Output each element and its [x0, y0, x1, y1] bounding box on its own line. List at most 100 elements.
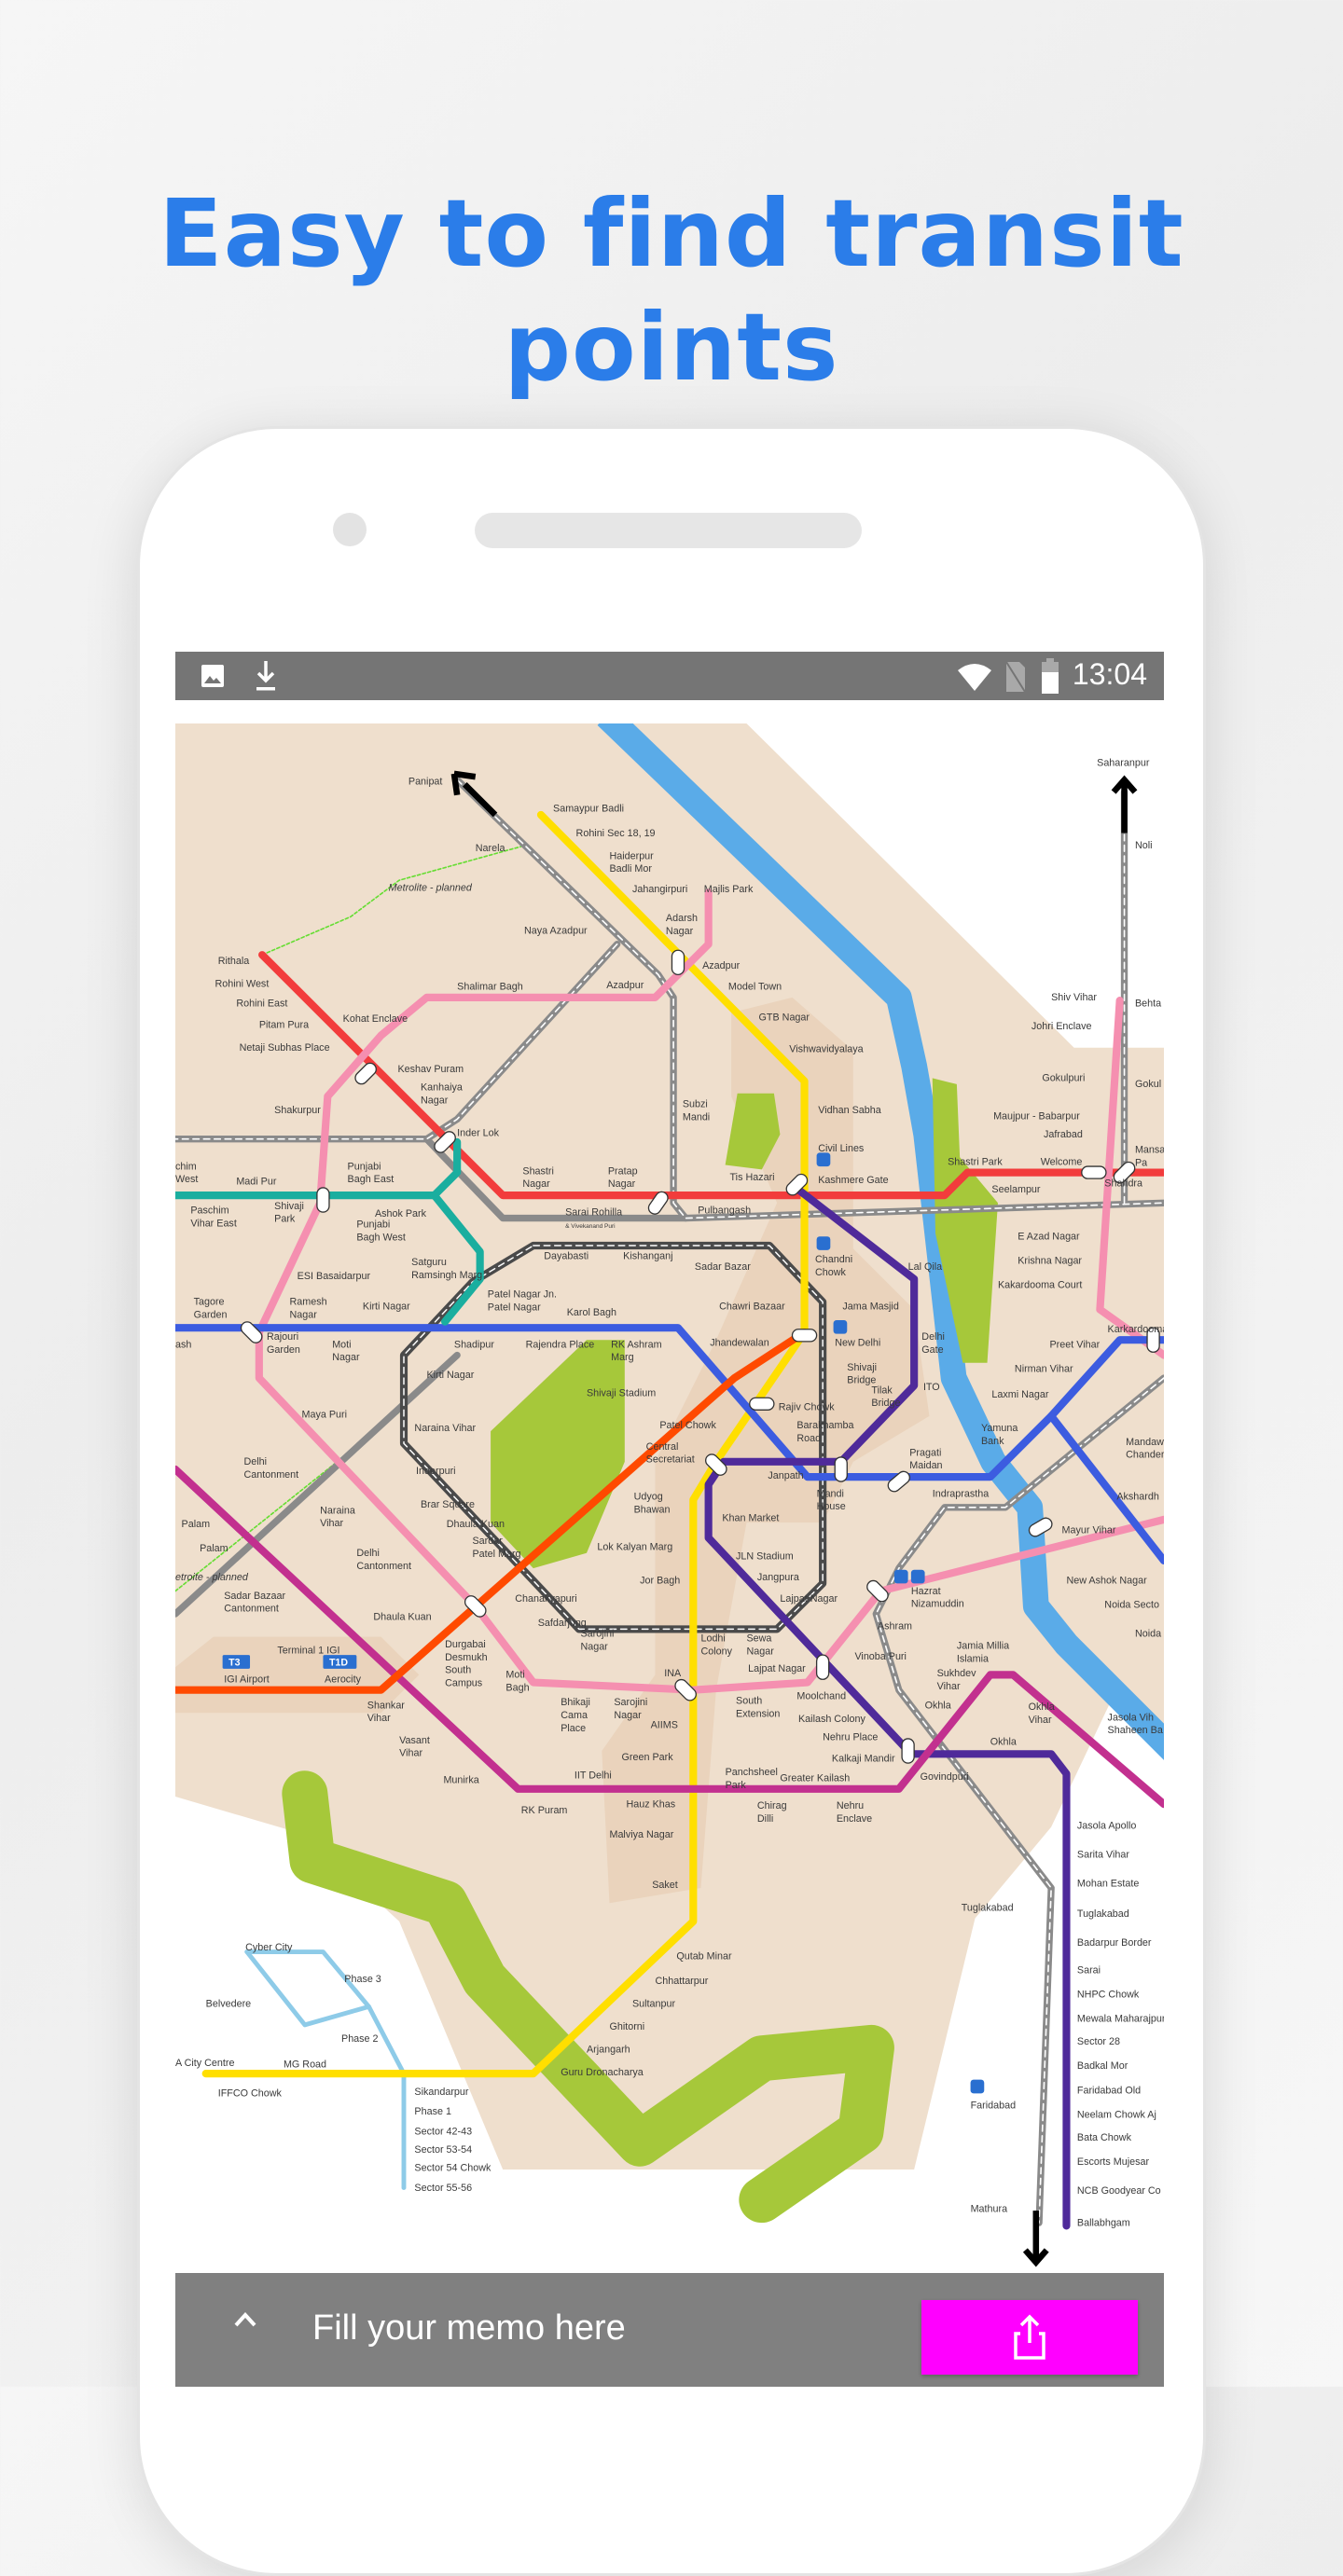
station-label[interactable]: Haiderpur Badli Mor: [609, 850, 654, 875]
station-label[interactable]: Sadar Bazar: [695, 1261, 751, 1273]
station-label[interactable]: Saharanpur: [1097, 758, 1150, 769]
station-label[interactable]: Rithala: [218, 956, 250, 967]
station-label[interactable]: Rohini Sec 18, 19: [576, 828, 656, 839]
station-label[interactable]: Noli: [1135, 840, 1153, 851]
station-label[interactable]: Faridabad: [971, 2101, 1016, 2112]
station-label[interactable]: Kirti Nagar: [363, 1302, 410, 1313]
station-label[interactable]: Johri Enclave: [1031, 1021, 1092, 1032]
station-label[interactable]: Shadipur: [454, 1339, 495, 1350]
station-label[interactable]: Karol Bagh: [567, 1307, 616, 1318]
station-label[interactable]: Noida Secto: [1104, 1600, 1159, 1611]
station-label[interactable]: Phase 3: [344, 1974, 381, 1985]
station-label[interactable]: Tuglakabad: [1077, 1908, 1129, 1920]
station-label[interactable]: Vidhan Sabha: [818, 1105, 880, 1116]
station-label[interactable]: Kashmere Gate: [818, 1175, 888, 1186]
station-label[interactable]: Azadpur: [606, 980, 644, 991]
station-label[interactable]: Jasola Apollo: [1077, 1820, 1136, 1831]
station-label[interactable]: Brar Square: [421, 1499, 475, 1510]
station-label[interactable]: Hauz Khas: [626, 1798, 675, 1810]
station-label[interactable]: Pitam Pura: [259, 1020, 309, 1031]
station-label[interactable]: Chanakyapuri: [515, 1593, 576, 1605]
station-label[interactable]: Nirman Vihar: [1015, 1363, 1073, 1374]
station-label[interactable]: Majlis Park: [704, 884, 754, 895]
station-label[interactable]: Phase 1: [414, 2106, 451, 2117]
station-label[interactable]: Cyber City: [245, 1942, 293, 1953]
station-label[interactable]: Metrolite - planned: [389, 883, 473, 894]
station-label[interactable]: Sector 28: [1077, 2036, 1120, 2047]
station-label[interactable]: Escorts Mujesar: [1077, 2156, 1150, 2168]
station-label[interactable]: NHPC Chowk: [1077, 1989, 1140, 2000]
station-label[interactable]: Samaypur Badli: [553, 804, 624, 815]
station-label[interactable]: IGI Airport: [224, 1674, 269, 1686]
station-label[interactable]: Keshav Puram: [397, 1064, 464, 1075]
station-label[interactable]: Bata Chowk: [1077, 2132, 1132, 2143]
interchange-station-marker[interactable]: [1081, 1165, 1107, 1179]
station-label[interactable]: Ghitorni: [609, 2021, 644, 2032]
station-label[interactable]: Naya Azadpur: [524, 925, 588, 936]
station-label[interactable]: Qutab Minar: [676, 1951, 732, 1963]
station-label[interactable]: Dhaula Kuan: [447, 1519, 505, 1530]
station-label[interactable]: Inderpuri: [416, 1466, 456, 1477]
station-label[interactable]: ITO: [923, 1382, 940, 1393]
station-label[interactable]: etroite - planned: [175, 1572, 249, 1583]
station-label[interactable]: Akshardh: [1116, 1492, 1159, 1503]
station-label[interactable]: RK Puram: [521, 1805, 568, 1816]
station-label[interactable]: Maujpur - Babarpur: [993, 1110, 1080, 1122]
station-label[interactable]: Dayabasti: [544, 1251, 588, 1262]
station-label[interactable]: Lal Qila: [908, 1261, 943, 1273]
station-label[interactable]: Krishna Nagar: [1018, 1256, 1082, 1267]
station-label[interactable]: Green Park: [622, 1752, 674, 1763]
station-label[interactable]: E Azad Nagar: [1018, 1231, 1080, 1242]
station-label[interactable]: Kohat Enclave: [343, 1013, 408, 1025]
station-label[interactable]: Moolchand: [796, 1691, 846, 1702]
station-label[interactable]: Sector 55-56: [414, 2183, 472, 2194]
station-label[interactable]: Behta: [1135, 999, 1161, 1010]
station-label[interactable]: Lok Kalyan Marg: [597, 1542, 672, 1553]
station-label[interactable]: New Delhi: [835, 1338, 880, 1349]
station-label[interactable]: Shahdra: [1104, 1178, 1142, 1189]
station-label[interactable]: Kakardooma Court: [998, 1280, 1082, 1291]
station-label[interactable]: Rohini East: [236, 999, 287, 1010]
station-label[interactable]: Shastri Nagar: [522, 1165, 554, 1190]
station-label[interactable]: GTB Nagar: [759, 1012, 810, 1023]
station-label[interactable]: Mathura: [971, 2204, 1008, 2215]
station-label[interactable]: Rajendra Place: [526, 1339, 595, 1350]
station-label[interactable]: Jahangirpuri: [632, 884, 687, 895]
station-label[interactable]: Badarpur Border: [1077, 1937, 1152, 1949]
station-label[interactable]: Sector 53-54: [414, 2144, 472, 2156]
station-label[interactable]: Terminal 1 IGI: [277, 1646, 339, 1657]
station-label[interactable]: Badkal Mor: [1077, 2060, 1128, 2072]
station-label[interactable]: Maya Puri: [302, 1409, 347, 1420]
station-label[interactable]: Khan Market: [722, 1512, 779, 1523]
station-label[interactable]: MG Road: [284, 2059, 326, 2071]
station-label[interactable]: Gokulpuri: [1042, 1073, 1085, 1084]
station-label[interactable]: Guru Dronacharya: [561, 2067, 644, 2078]
station-label[interactable]: A City Centre: [175, 2058, 234, 2069]
station-label[interactable]: Azadpur: [702, 960, 741, 971]
station-label[interactable]: Mandaw Chander: [1126, 1437, 1164, 1461]
station-label[interactable]: Neelam Chowk Aj: [1077, 2109, 1156, 2120]
share-button[interactable]: [921, 2300, 1138, 2375]
memo-input[interactable]: Fill your memo here: [312, 2308, 626, 2349]
station-label[interactable]: Delhi Gate: [921, 1331, 945, 1356]
station-label[interactable]: Okhla Vihar: [1029, 1701, 1055, 1726]
station-label[interactable]: Mewala Maharajpur: [1077, 2014, 1164, 2025]
interchange-station-marker[interactable]: [791, 1329, 818, 1343]
station-label[interactable]: Ashram: [878, 1620, 912, 1632]
station-label[interactable]: NCB Goodyear Co: [1077, 2185, 1161, 2197]
station-label[interactable]: INA: [664, 1668, 682, 1679]
station-label[interactable]: Dhaula Kuan: [373, 1612, 431, 1623]
station-label[interactable]: Shastri Park: [948, 1156, 1003, 1167]
station-label[interactable]: Tuglakabad: [962, 1902, 1014, 1913]
station-label[interactable]: Panipat: [408, 776, 443, 787]
station-label[interactable]: Nehru Place: [823, 1732, 878, 1743]
station-label[interactable]: Sarita Vihar: [1077, 1849, 1129, 1860]
station-label[interactable]: Pulbangash: [698, 1205, 751, 1217]
station-label[interactable]: Kailash Colony: [798, 1714, 865, 1725]
station-label[interactable]: Malviya Nagar: [609, 1829, 673, 1840]
station-label[interactable]: Phase 2: [341, 2033, 379, 2045]
station-label[interactable]: Narela: [476, 843, 505, 854]
interchange-station-marker[interactable]: [834, 1456, 848, 1482]
station-label[interactable]: Preet Vihar: [1050, 1339, 1101, 1350]
station-label[interactable]: Adarsh Nagar: [666, 913, 698, 937]
